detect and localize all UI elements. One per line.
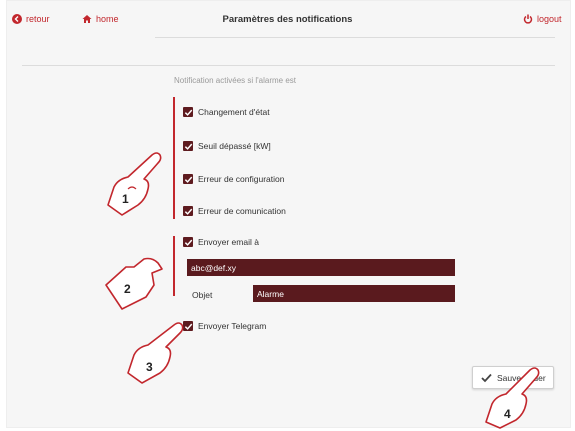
annotation-hand-icon: 1	[107, 152, 162, 216]
checkmark-icon	[184, 109, 192, 116]
email-address-field[interactable]: abc@def.xy	[187, 259, 455, 276]
checkmark-icon	[184, 239, 192, 246]
condition-config-error[interactable]: Erreur de configuration	[183, 174, 284, 184]
checkbox[interactable]	[183, 141, 193, 151]
annotation-label: 3	[146, 360, 153, 374]
section-divider	[22, 65, 555, 66]
annotation-label: 2	[124, 282, 131, 296]
header-divider	[155, 37, 555, 38]
page-title: Paramètres des notifications	[222, 14, 353, 25]
subject-field[interactable]: Alarme	[253, 285, 455, 302]
annotation-hand-icon: 4	[485, 367, 540, 429]
condition-threshold[interactable]: Seuil dépassé [kW]	[183, 141, 271, 151]
annotation-hand-icon: 2	[105, 257, 163, 310]
condition-label: Erreur de comunication	[198, 206, 286, 216]
logout-link[interactable]: logout	[523, 14, 562, 24]
condition-label: Changement d'état	[198, 107, 270, 117]
email-label: Envoyer email à	[198, 237, 259, 247]
email-address-value: abc@def.xy	[191, 262, 237, 273]
annotation-label: 4	[504, 407, 511, 421]
condition-label: Erreur de configuration	[198, 174, 285, 184]
telegram-label: Envoyer Telegram	[198, 321, 267, 331]
annotation-hand-icon: 3	[127, 322, 184, 384]
checkbox[interactable]	[183, 174, 193, 184]
form-subtitle: Notification activées si l'alarme est	[174, 76, 297, 85]
power-icon	[523, 14, 533, 24]
checkbox[interactable]	[183, 107, 193, 117]
logout-label: logout	[537, 14, 562, 24]
checkmark-icon	[184, 208, 192, 215]
checkbox[interactable]	[183, 237, 193, 247]
condition-comm-error[interactable]: Erreur de comunication	[183, 206, 286, 216]
condition-label: Seuil dépassé [kW]	[198, 141, 271, 151]
checkbox[interactable]	[183, 206, 193, 216]
condition-state-change[interactable]: Changement d'état	[183, 107, 270, 117]
subject-label: Objet	[192, 290, 213, 300]
top-bar: retour home Paramètres des notifications…	[0, 0, 575, 38]
annotation-label: 1	[122, 192, 129, 206]
checkmark-icon	[184, 176, 192, 183]
email-toggle[interactable]: Envoyer email à	[183, 237, 259, 247]
checkmark-icon	[184, 143, 192, 150]
subject-value: Alarme	[257, 288, 284, 299]
